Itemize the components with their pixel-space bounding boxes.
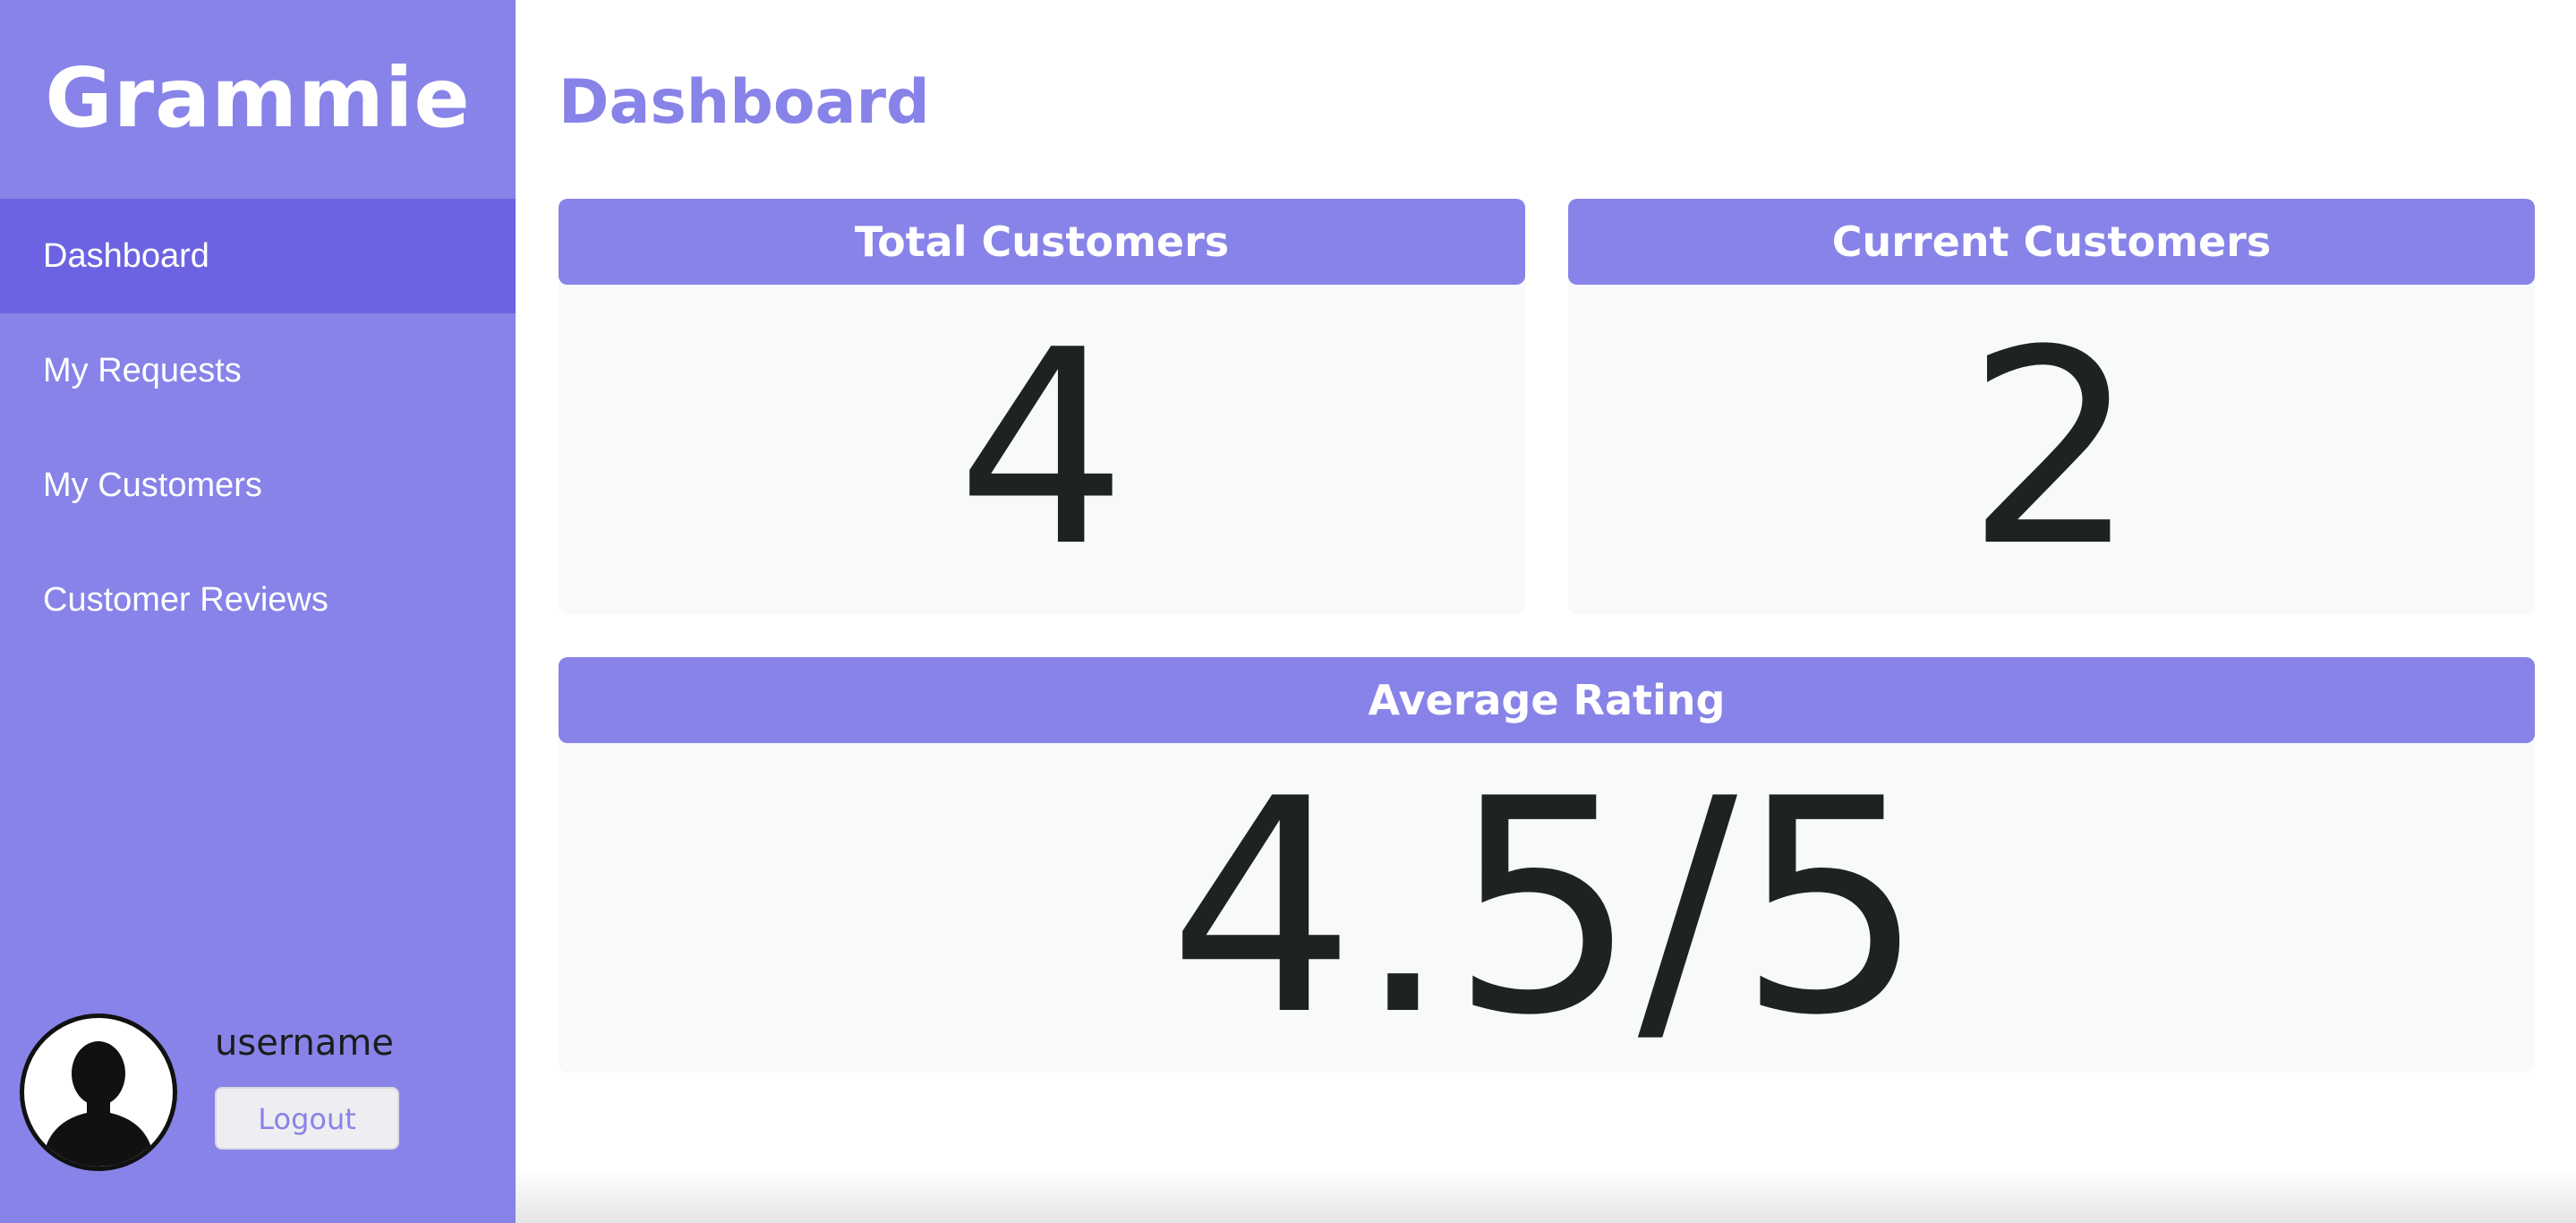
current-customers-header: Current Customers [1568, 199, 2535, 285]
total-customers-card: Total Customers 4 [559, 199, 1525, 614]
brand-logo[interactable]: Grammie [0, 45, 516, 152]
average-rating-card: Average Rating 4.5/5 [559, 657, 2535, 1073]
sidebar-item-my-requests[interactable]: My Requests [0, 313, 516, 428]
user-panel: username Logout [20, 1012, 503, 1173]
sidebar: Grammie Dashboard My Requests My Custome… [0, 0, 516, 1223]
current-customers-value: 2 [1966, 293, 2137, 605]
sidebar-nav: Dashboard My Requests My Customers Custo… [0, 199, 516, 657]
avatar [20, 1013, 177, 1171]
total-customers-value: 4 [956, 293, 1128, 605]
current-customers-card: Current Customers 2 [1568, 199, 2535, 614]
logout-button[interactable]: Logout [215, 1087, 399, 1150]
username-label: username [215, 1022, 394, 1064]
main-content: Dashboard Total Customers 4 Current Cust… [516, 0, 2576, 1223]
average-rating-value: 4.5/5 [1168, 736, 1925, 1080]
page-title: Dashboard [559, 67, 930, 138]
bottom-shadow [516, 1169, 2576, 1223]
sidebar-item-my-customers[interactable]: My Customers [0, 428, 516, 543]
average-rating-header: Average Rating [559, 657, 2535, 743]
total-customers-header: Total Customers [559, 199, 1525, 285]
user-silhouette-icon [42, 1041, 155, 1167]
app-root: Grammie Dashboard My Requests My Custome… [0, 0, 2576, 1223]
sidebar-item-customer-reviews[interactable]: Customer Reviews [0, 543, 516, 657]
sidebar-item-dashboard[interactable]: Dashboard [0, 199, 516, 313]
